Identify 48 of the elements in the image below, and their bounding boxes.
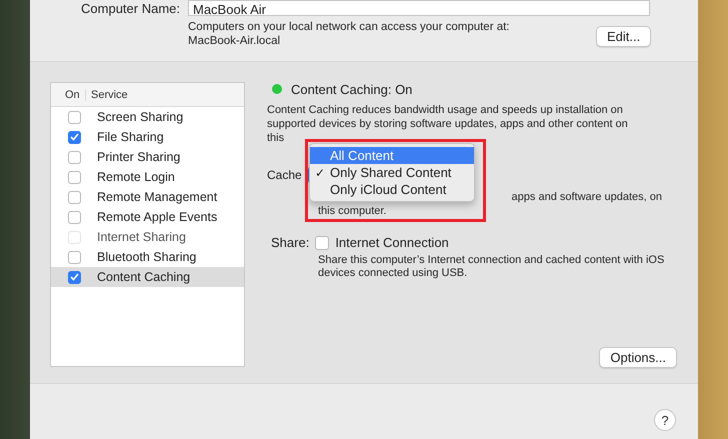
service-name: Remote Login [97,170,175,184]
service-checkbox[interactable] [68,190,80,204]
cache-note: this computer. [318,204,386,218]
description-text: Content Caching reduces bandwidth usage and speeds up installation on supported devices by storing software updates, apps and other content on this [267,103,629,145]
share-checkbox[interactable] [315,236,330,250]
service-checkbox[interactable] [68,270,80,284]
service-row[interactable]: Printer Sharing [51,147,244,167]
column-header: On [51,88,86,100]
cache-note: apps and software updates, on [512,190,662,204]
service-checkbox[interactable] [68,130,80,144]
service-checkbox[interactable] [68,170,80,184]
share-note: Share this computer’s Internet connection and cached content with iOS devices connected using USB. [318,254,666,280]
checkmark: ✓ [315,166,325,180]
service-name: Screen Sharing [97,110,184,124]
cache-label: Cache [267,168,302,182]
service-name: Content Caching [97,270,190,284]
service-name: Remote Management [97,190,218,204]
computer-name-field[interactable]: MacBook Air [188,0,650,16]
edit-button[interactable]: Edit... [596,26,652,47]
service-row[interactable]: File Sharing [51,127,244,147]
column-header: Service [90,88,128,100]
service-checkbox[interactable] [68,150,80,164]
menu-item[interactable]: ✓ Only Shared Content [310,164,474,181]
computer-name-label: Computer Name: [80,0,180,16]
share-label: Share: [271,235,310,250]
service-row[interactable]: Screen Sharing [51,107,244,127]
service-row[interactable]: Remote Apple Events [51,207,244,227]
checkmark-icon [70,133,78,141]
options-button[interactable]: Options... [599,347,677,368]
service-checkbox[interactable] [68,250,80,264]
service-row[interactable]: Bluetooth Sharing [51,247,244,267]
service-row[interactable]: Remote Management [51,187,244,207]
service-checkbox[interactable] [68,210,80,224]
menu-item[interactable]: Only iCloud Content [310,181,474,198]
service-checkbox[interactable] [68,110,80,124]
service-name: Internet Sharing [97,230,186,244]
network-address-note: Computers on your local network can access your computer at: MacBook-Air.local [188,20,511,49]
menu-item[interactable]: All Content [310,147,474,164]
checkmark-icon [70,273,78,281]
status-text: Content Caching: On [291,82,412,96]
service-name: Printer Sharing [97,150,180,164]
service-row[interactable]: Content Caching [51,267,244,287]
help-button[interactable]: ? [654,409,676,431]
service-name: Bluetooth Sharing [97,250,196,264]
service-name: Remote Apple Events [97,210,218,224]
service-name: File Sharing [97,130,164,144]
share-option-label: Internet Connection [335,235,449,250]
service-row[interactable]: Remote Login [51,167,244,187]
